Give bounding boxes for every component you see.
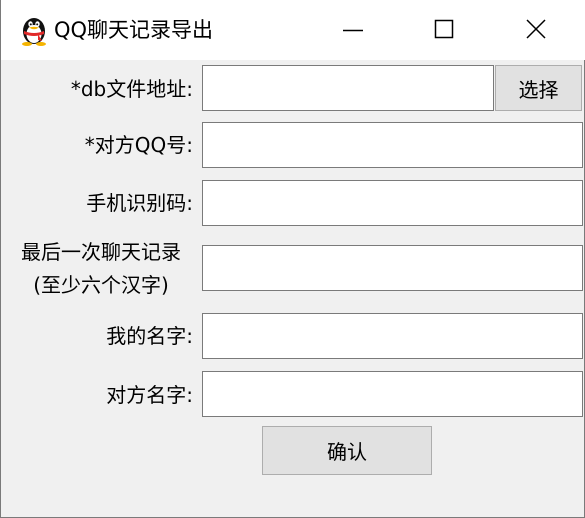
maximize-icon [434, 19, 454, 39]
last-record-label-line2: (至少六个汉字) [33, 273, 169, 297]
close-button[interactable] [513, 0, 561, 60]
peer-name-input[interactable] [202, 371, 583, 417]
last-record-label-line1: 最后一次聊天记录 [21, 240, 181, 264]
last-record-input[interactable] [202, 245, 583, 291]
title-bar: QQ聊天记录导出 [1, 0, 585, 60]
my-name-input[interactable] [202, 313, 583, 359]
peer-name-label: 对方名字: [106, 383, 193, 407]
phone-code-input[interactable] [202, 180, 583, 226]
peer-qq-input[interactable] [202, 122, 583, 168]
peer-qq-label: *对方QQ号: [84, 133, 193, 157]
phone-code-label: 手机识别码: [86, 191, 193, 215]
minimize-icon [343, 29, 363, 32]
browse-button[interactable]: 选择 [495, 65, 582, 111]
app-window: QQ聊天记录导出 *db文件地址: 选择 *对方QQ号: 手机识别码: 最后一次… [0, 0, 585, 518]
maximize-button[interactable] [421, 0, 469, 60]
db-file-label: *db文件地址: [70, 77, 193, 101]
minimize-button[interactable] [330, 0, 378, 60]
qq-penguin-icon [19, 14, 49, 46]
my-name-label: 我的名字: [106, 324, 193, 348]
db-file-input[interactable] [202, 65, 494, 111]
window-title: QQ聊天记录导出 [54, 18, 214, 42]
confirm-button[interactable]: 确认 [262, 426, 432, 475]
close-icon [526, 19, 546, 39]
